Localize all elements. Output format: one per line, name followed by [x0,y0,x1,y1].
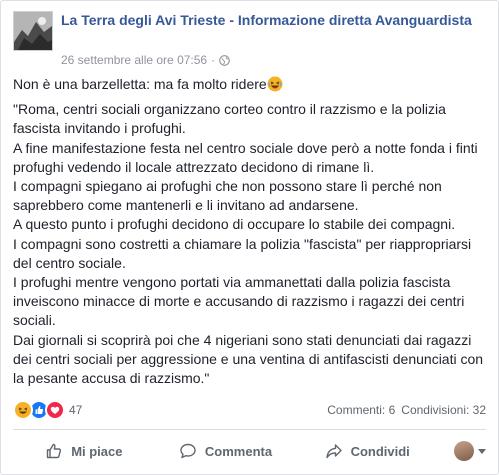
like-button-label: Mi piace [71,443,123,459]
chevron-down-icon [478,448,487,454]
comments-count-link[interactable]: Commenti: 6 [327,403,395,417]
meta-separator: · [211,53,216,67]
globe-icon[interactable] [219,54,230,66]
like-button[interactable]: Mi piace [13,435,155,467]
post-paragraph: A fine manifestazione festa nel centro s… [13,139,478,175]
shares-count-link[interactable]: Condivisioni: 32 [401,403,486,417]
post-intro-text: Non è una barzelletta: ma fa molto rider… [13,76,267,92]
comment-button-label: Commenta [204,443,273,459]
share-button-label: Condividi [350,443,410,459]
post-paragraph: Dai giornali si scoprirà poi che 4 niger… [13,331,484,387]
engagement-counts: Commenti: 6 Condivisioni: 32 [327,403,486,417]
post-meta: 26 settembre alle ore 07:56 · [61,53,230,67]
share-arrow-icon [325,442,343,460]
thumbs-up-icon [45,442,63,460]
post-paragraph: "Roma, centri sociali organizzano corteo… [13,101,446,137]
comment-button[interactable]: Commenta [155,435,297,467]
haha-icon [13,400,33,420]
reaction-count: 47 [69,403,83,417]
post-paragraph: A questo punto i profughi decidono di oc… [13,216,456,233]
post-body: Non è una barzelletta: ma fa molto rider… [13,75,486,388]
love-icon [45,400,65,420]
user-avatar [454,441,475,461]
actions-divider [13,429,486,430]
page-name-link[interactable]: La Terra degli Avi Trieste - Informazion… [61,12,486,29]
post-stats: 47 Commenti: 6 Condivisioni: 32 [13,399,486,421]
post-paragraph: I compagni sono costretti a chiamare la … [13,235,472,271]
post-intro: Non è una barzelletta: ma fa molto rider… [13,75,486,94]
action-bar: Mi piace Commenta Condividi [13,431,487,471]
post-timestamp[interactable]: 26 settembre alle ore 07:56 [61,53,207,67]
post-paragraph: I profughi mentre vengono portati via am… [13,274,465,329]
laughing-emoji-icon [267,76,283,92]
share-button[interactable]: Condividi [296,435,438,467]
reactions-summary[interactable]: 47 [13,400,82,420]
post-paragraph: I compagni spiegano ai profughi che non … [13,178,442,214]
audience-selector[interactable] [438,441,487,461]
post-header: La Terra degli Avi Trieste - Informazion… [13,11,486,69]
page-avatar[interactable] [13,11,53,51]
comment-bubble-icon [179,442,197,460]
post-card: La Terra degli Avi Trieste - Informazion… [0,0,499,475]
